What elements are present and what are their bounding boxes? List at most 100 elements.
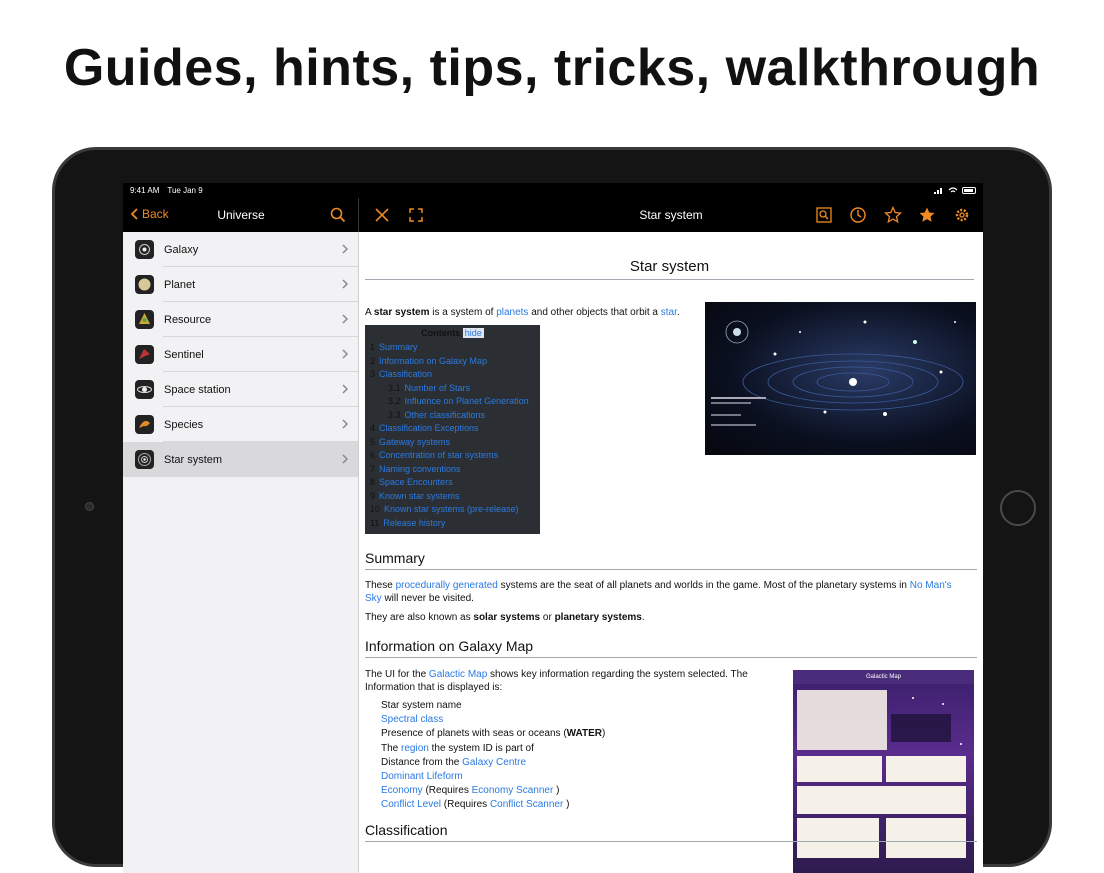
toc-item[interactable]: 3.1 Number of Stars bbox=[370, 382, 535, 396]
toc-link: Other classifications bbox=[404, 409, 486, 420]
toc-number: 11 bbox=[370, 517, 380, 528]
toc-item[interactable]: 9 Known star systems bbox=[370, 490, 535, 504]
resource-icon bbox=[135, 310, 154, 329]
text: They are also known as bbox=[365, 612, 474, 623]
toc-number: 3 bbox=[370, 369, 376, 379]
sidebar-item-label: Species bbox=[164, 418, 204, 431]
galactic-map-image[interactable]: Galactic Map bbox=[793, 670, 974, 873]
text: . bbox=[641, 612, 645, 623]
link-star[interactable]: star bbox=[661, 307, 677, 318]
tablet-frame: 9:41 AM Tue Jan 9 Back Universe Star sys… bbox=[52, 147, 1052, 873]
text: ) bbox=[602, 728, 606, 740]
toc-number: 3.3 bbox=[388, 409, 401, 420]
toc-item[interactable]: 4 Classification Exceptions bbox=[370, 422, 535, 436]
toc-item[interactable]: 11 Release history bbox=[370, 517, 535, 531]
sidebar-item-resource[interactable]: Resource bbox=[123, 302, 358, 337]
star-system-image[interactable] bbox=[705, 302, 976, 455]
link-economy[interactable]: Economy bbox=[381, 785, 423, 796]
toc-link: Space Encounters bbox=[379, 477, 453, 487]
text: (Requires bbox=[422, 785, 472, 797]
section-heading-classification: Classification bbox=[365, 822, 977, 842]
list-item: Star system name bbox=[381, 700, 462, 711]
sidebar-item-space-station[interactable]: Space station bbox=[123, 372, 358, 407]
chevron-right-icon bbox=[342, 244, 348, 254]
text: and other objects that orbit a bbox=[528, 307, 661, 318]
home-button[interactable] bbox=[1000, 490, 1036, 526]
text: ) bbox=[553, 785, 560, 797]
link-spectral-class[interactable]: Spectral class bbox=[381, 714, 443, 725]
link-galactic-map[interactable]: Galactic Map bbox=[429, 669, 487, 680]
toc-item[interactable]: 6 Concentration of star systems bbox=[370, 449, 535, 463]
galaxy-map-paragraph: The UI for the Galactic Map shows key in… bbox=[365, 668, 760, 694]
sidebar-item-star-system[interactable]: Star system bbox=[123, 442, 358, 477]
link-galaxy-centre[interactable]: Galaxy Centre bbox=[462, 757, 526, 768]
toc-number: 6 bbox=[370, 450, 376, 460]
sidebar-item-label: Space station bbox=[164, 383, 231, 396]
link-planets[interactable]: planets bbox=[496, 307, 528, 318]
link-conflict-level[interactable]: Conflict Level bbox=[381, 799, 441, 810]
bold-text: star system bbox=[373, 307, 430, 318]
toc-link: Gateway systems bbox=[379, 436, 451, 447]
history-icon[interactable] bbox=[849, 206, 867, 224]
star-system-icon bbox=[135, 450, 154, 469]
sidebar-item-species[interactable]: Species bbox=[123, 407, 358, 442]
chevron-right-icon bbox=[342, 419, 348, 429]
toc-number: 3.1 bbox=[388, 382, 401, 393]
galaxy-map-info-list: Star system name Spectral class Presence… bbox=[381, 699, 605, 813]
planet-icon bbox=[135, 275, 154, 294]
summary-paragraph-2: They are also known as solar systems or … bbox=[365, 611, 965, 624]
status-date: Tue Jan 9 bbox=[167, 186, 203, 195]
sidebar: Galaxy Planet Resource Sentinel Space st… bbox=[123, 232, 359, 873]
text: The bbox=[381, 742, 402, 754]
search-icon[interactable] bbox=[330, 207, 346, 223]
link-economy-scanner[interactable]: Economy Scanner bbox=[472, 785, 554, 796]
sidebar-item-galaxy[interactable]: Galaxy bbox=[123, 232, 358, 267]
toc-item[interactable]: 8 Space Encounters bbox=[370, 476, 535, 490]
gear-icon[interactable] bbox=[953, 206, 971, 224]
text: will never be visited. bbox=[381, 593, 474, 604]
toc-number: 5 bbox=[370, 436, 376, 447]
toc-number: 3.2 bbox=[388, 396, 401, 406]
toc-item[interactable]: 5 Gateway systems bbox=[370, 436, 535, 450]
star-filled-icon[interactable] bbox=[918, 206, 936, 224]
wifi-icon bbox=[948, 187, 958, 193]
toc-link: Concentration of star systems bbox=[379, 450, 499, 460]
toc-number: 7 bbox=[370, 463, 376, 474]
find-in-page-icon[interactable] bbox=[815, 206, 833, 224]
section-heading-galaxy-map: Information on Galaxy Map bbox=[365, 638, 977, 658]
toc-link: Classification Exceptions bbox=[379, 423, 479, 433]
toc-item[interactable]: 3.2 Influence on Planet Generation bbox=[370, 395, 535, 409]
toc-item[interactable]: 3 Classification bbox=[370, 368, 535, 382]
text: ) bbox=[563, 799, 570, 811]
text: Distance from the bbox=[381, 756, 463, 768]
sidebar-item-planet[interactable]: Planet bbox=[123, 267, 358, 302]
toc-item[interactable]: 3.3 Other classifications bbox=[370, 409, 535, 423]
star-system-illustration bbox=[711, 320, 964, 426]
link-dominant-lifeform[interactable]: Dominant Lifeform bbox=[381, 771, 463, 782]
sidebar-item-label: Galaxy bbox=[164, 243, 199, 256]
link-conflict-scanner[interactable]: Conflict Scanner bbox=[490, 799, 563, 810]
star-outline-icon[interactable] bbox=[884, 206, 902, 224]
toc-item[interactable]: 7 Naming conventions bbox=[370, 463, 535, 477]
toc-item[interactable]: 10 Known star systems (pre-release) bbox=[370, 503, 535, 517]
toc-link: Information on Galaxy Map bbox=[379, 355, 488, 366]
sidebar-item-label: Resource bbox=[164, 313, 212, 326]
toc-link: Summary bbox=[379, 342, 418, 352]
toc-hide-button[interactable]: hide bbox=[462, 328, 484, 338]
text: A bbox=[365, 307, 374, 318]
link-region[interactable]: region bbox=[401, 743, 429, 754]
toc-item[interactable]: 1 Summary bbox=[370, 341, 535, 355]
list-item: The region the system ID is part of bbox=[381, 742, 605, 756]
list-item: Conflict Level (Requires Conflict Scanne… bbox=[381, 798, 605, 812]
text: or bbox=[540, 612, 555, 623]
text: (Requires bbox=[441, 799, 490, 811]
text: systems are the seat of all planets and … bbox=[497, 580, 910, 591]
link-procedurally-generated[interactable]: procedurally generated bbox=[396, 580, 498, 591]
galactic-map-illustration bbox=[797, 690, 966, 858]
toc-link: Naming conventions bbox=[379, 463, 461, 474]
sidebar-item-sentinel[interactable]: Sentinel bbox=[123, 337, 358, 372]
toc-item[interactable]: 2 Information on Galaxy Map bbox=[370, 355, 535, 369]
chevron-right-icon bbox=[342, 314, 348, 324]
bold-text: WATER bbox=[566, 728, 603, 740]
section-heading-summary: Summary bbox=[365, 550, 977, 570]
